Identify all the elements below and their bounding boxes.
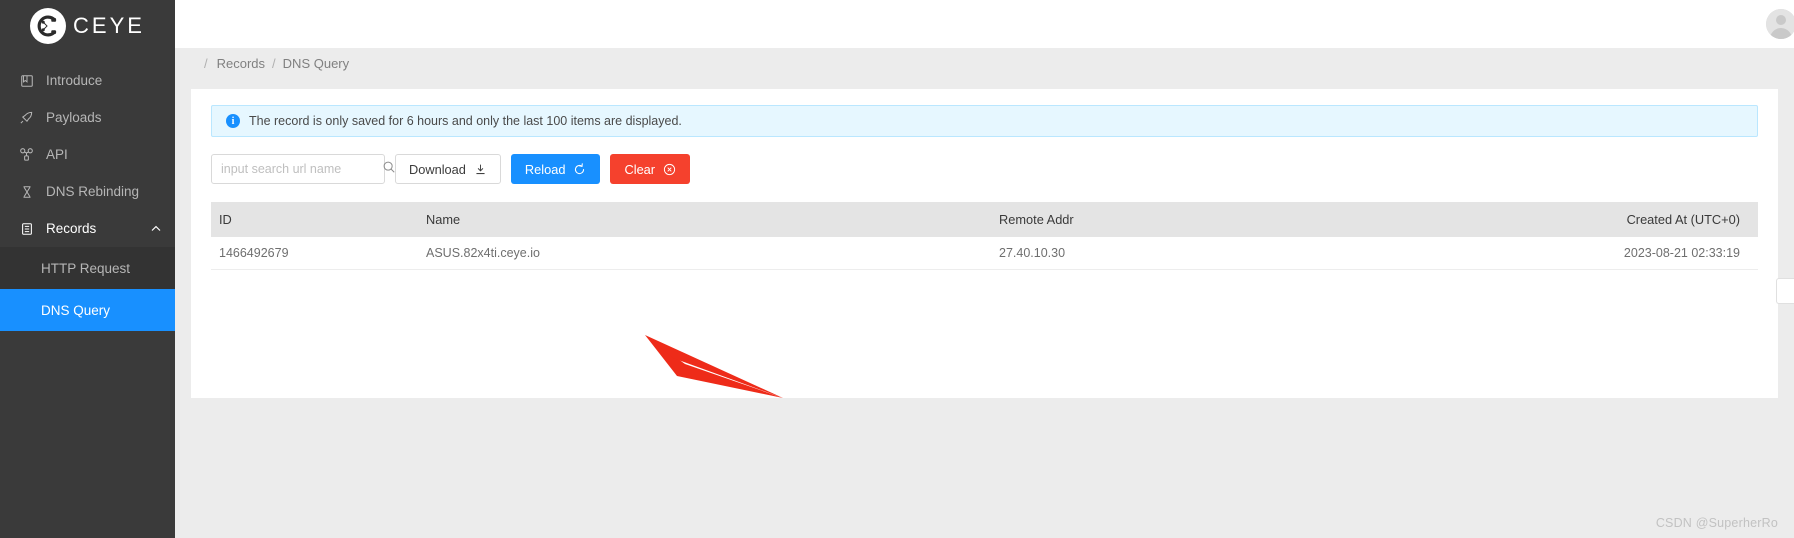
download-icon xyxy=(474,163,487,176)
info-circle-icon: i xyxy=(226,114,240,128)
sidebar-item-api[interactable]: API xyxy=(0,136,175,173)
sidebar-item-label: Payloads xyxy=(46,110,102,125)
brand[interactable]: CEYE xyxy=(0,0,175,48)
table-header-row: ID Name Remote Addr Created At (UTC+0) xyxy=(211,202,1758,237)
sidebar-item-label: Records xyxy=(46,221,97,236)
search-icon[interactable] xyxy=(382,160,396,179)
app-root: CEYE Introduce Payloads API DNS Rebindin… xyxy=(0,0,1794,538)
sidebar-item-http-request[interactable]: HTTP Request xyxy=(0,247,175,289)
refresh-icon xyxy=(573,162,586,176)
sidebar-nav: Introduce Payloads API DNS Rebinding Rec… xyxy=(0,62,175,331)
sidebar-item-introduce[interactable]: Introduce xyxy=(0,62,175,99)
toolbar: Download Reload xyxy=(211,154,1758,184)
column-header-remote-addr: Remote Addr xyxy=(999,212,1074,227)
rocket-icon xyxy=(18,110,35,126)
sidebar-item-dns-rebinding[interactable]: DNS Rebinding xyxy=(0,173,175,210)
sidebar: CEYE Introduce Payloads API DNS Rebindin… xyxy=(0,0,175,538)
sidebar-item-label: API xyxy=(46,147,68,162)
search-input[interactable] xyxy=(221,162,382,176)
breadcrumb: / Records / DNS Query xyxy=(175,48,1794,79)
column-header-created-at: Created At (UTC+0) xyxy=(1626,212,1740,227)
sidebar-item-payloads[interactable]: Payloads xyxy=(0,99,175,136)
search-box[interactable] xyxy=(211,154,395,184)
sidebar-item-label: DNS Rebinding xyxy=(46,184,140,199)
cell-id: 1466492679 xyxy=(219,246,289,260)
avatar[interactable] xyxy=(1766,8,1794,39)
cell-created-at: 2023-08-21 02:33:19 xyxy=(1623,246,1740,260)
reload-button-label: Reload xyxy=(524,161,566,177)
breadcrumb-item-records[interactable]: Records xyxy=(217,56,265,71)
sidebar-item-dns-query[interactable]: DNS Query xyxy=(0,289,175,331)
sidebar-filler xyxy=(0,331,175,538)
cell-name: ASUS.82x4ti.ceye.io xyxy=(426,246,540,260)
content-card: i The record is only saved for 6 hours a… xyxy=(191,89,1778,398)
sidebar-submenu-records: HTTP Request DNS Query xyxy=(0,247,175,331)
chevron-up-icon[interactable] xyxy=(151,224,161,234)
api-icon xyxy=(18,147,35,163)
clear-button-label: Clear xyxy=(624,161,656,177)
sidebar-item-records[interactable]: Records xyxy=(0,210,175,247)
download-button-label: Download xyxy=(409,161,466,177)
brand-text: CEYE xyxy=(73,13,145,38)
annotation-arrow-icon xyxy=(645,335,783,398)
reload-button[interactable]: Reload xyxy=(510,154,601,184)
info-alert: i The record is only saved for 6 hours a… xyxy=(211,105,1758,137)
records-table: ID Name Remote Addr Created At (UTC+0) 1… xyxy=(211,202,1758,270)
breadcrumb-separator: / xyxy=(272,56,276,71)
records-icon xyxy=(18,221,35,237)
cell-remote-addr: 27.40.10.30 xyxy=(999,246,1066,260)
column-header-name: Name xyxy=(426,212,461,227)
breadcrumb-item-dns-query[interactable]: DNS Query xyxy=(283,56,349,71)
sidebar-subitem-label: DNS Query xyxy=(41,302,111,318)
top-header xyxy=(175,0,1794,48)
info-alert-text: The record is only saved for 6 hours and… xyxy=(249,114,682,128)
clear-button[interactable]: Clear xyxy=(610,154,691,184)
sidebar-item-label: Introduce xyxy=(46,73,103,88)
ceye-logo-icon xyxy=(30,8,67,44)
download-button[interactable]: Download xyxy=(395,154,501,184)
table-row[interactable]: 1466492679 ASUS.82x4ti.ceye.io 27.40.10.… xyxy=(211,237,1758,270)
breadcrumb-separator: / xyxy=(204,56,208,71)
side-collapse-handle[interactable] xyxy=(1776,278,1794,304)
main-area: / Records / DNS Query i The record is on… xyxy=(175,0,1794,538)
sidebar-subitem-label: HTTP Request xyxy=(41,260,131,276)
column-header-id: ID xyxy=(219,212,232,227)
hourglass-icon xyxy=(18,184,35,200)
watermark: CSDN @SuperherRo xyxy=(1655,516,1778,530)
book-icon xyxy=(18,73,35,89)
close-circle-icon xyxy=(663,163,676,176)
